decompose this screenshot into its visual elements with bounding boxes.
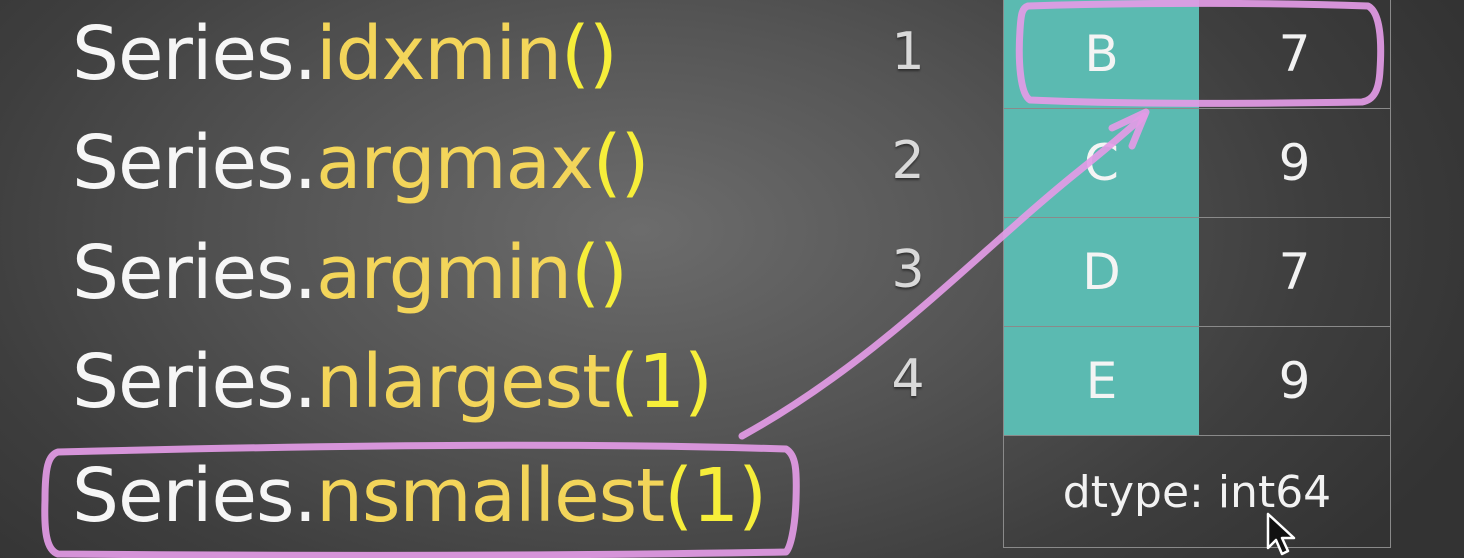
method-object: Series. <box>72 120 317 206</box>
method-object: Series. <box>72 453 317 539</box>
method-object: Series. <box>72 230 317 316</box>
method-args: (1) <box>610 339 713 425</box>
index-label: 2 <box>891 131 925 191</box>
method-nsmallest: Series.nsmallest(1) <box>72 446 767 546</box>
method-args: () <box>560 11 618 97</box>
mouse-cursor-icon <box>1266 512 1296 556</box>
method-argmax: Series.argmax() <box>72 113 650 213</box>
method-args: (1) <box>664 453 767 539</box>
table-row: C 9 <box>1004 109 1390 218</box>
method-args: () <box>592 120 650 206</box>
row-value-cell: 9 <box>1278 352 1311 410</box>
index-label: 3 <box>891 240 925 300</box>
row-label-cell: E <box>1004 327 1199 435</box>
method-object: Series. <box>72 339 317 425</box>
method-object: Series. <box>72 11 317 97</box>
method-name: argmax <box>316 120 594 206</box>
table-row: B 7 <box>1004 0 1390 109</box>
row-value-cell: 9 <box>1278 134 1311 192</box>
row-value-cell: 7 <box>1278 243 1311 301</box>
row-label-cell: B <box>1004 0 1199 108</box>
method-nlargest: Series.nlargest(1) <box>72 332 713 432</box>
table-row: D 7 <box>1004 218 1390 327</box>
method-name: argmin <box>316 230 572 316</box>
row-label-cell: D <box>1004 218 1199 326</box>
method-args: () <box>571 230 628 316</box>
method-name: nlargest <box>316 339 611 425</box>
method-idxmin: Series.idxmin() <box>72 4 618 104</box>
table-row: E 9 <box>1004 327 1390 436</box>
index-label: 4 <box>891 349 925 409</box>
method-argmin: Series.argmin() <box>72 223 628 323</box>
index-label: 1 <box>891 22 925 82</box>
series-table: B 7 C 9 D 7 E 9 dtype: int64 <box>1003 0 1391 548</box>
row-value-cell: 7 <box>1278 25 1311 83</box>
dtype-label: dtype: int64 <box>1062 467 1332 518</box>
method-name: nsmallest <box>316 453 665 539</box>
method-name: idxmin <box>316 11 562 97</box>
row-label-cell: C <box>1004 109 1199 217</box>
slide: Series.idxmin() Series.argmax() Series.a… <box>0 0 1464 558</box>
